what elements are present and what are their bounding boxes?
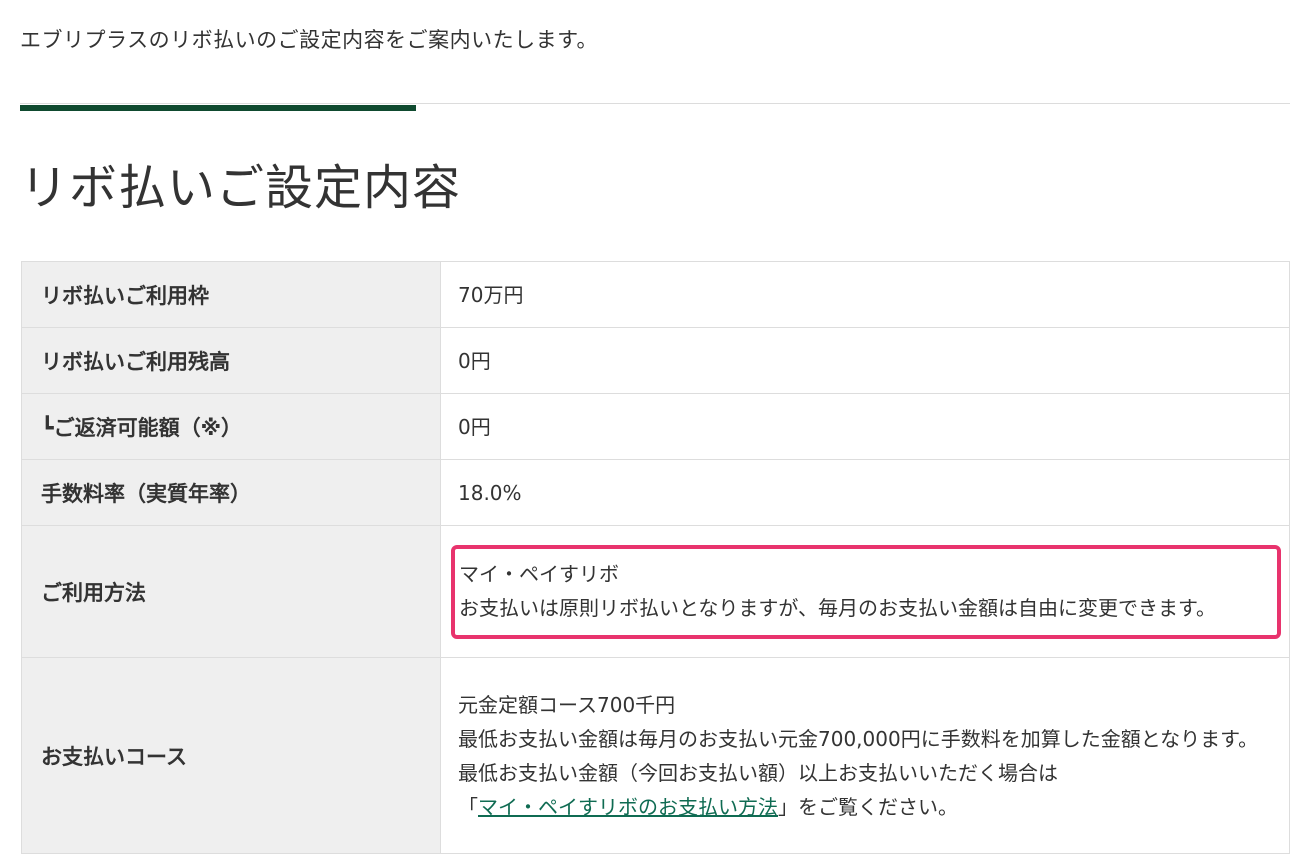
intro-text: エブリプラスのリボ払いのご設定内容をご案内いたします。	[20, 28, 598, 52]
payment-course-name: 元金定額コース700千円	[458, 692, 676, 717]
payment-course-link-line: 「マイ・ペイすリボのお支払い方法」をご覧ください。	[458, 790, 1275, 824]
table-row: お支払いコース 元金定額コース700千円 最低お支払い金額は毎月のお支払い元金7…	[21, 657, 1290, 854]
table-row: リボ払いご利用残高 0円	[21, 327, 1290, 394]
link-suffix-text: 」をご覧ください。	[778, 794, 958, 819]
row-label-fee-rate: 手数料率（実質年率）	[21, 459, 441, 526]
row-label-balance: リボ払いご利用残高	[21, 327, 441, 394]
section-divider	[20, 103, 1290, 104]
table-row: リボ払いご利用枠 70万円	[21, 261, 1290, 328]
quote-open: 「	[458, 794, 478, 819]
section-accent-bar	[20, 105, 416, 111]
row-label-credit-limit: リボ払いご利用枠	[21, 261, 441, 328]
highlight-box: マイ・ペイすリボ お支払いは原則リボ払いとなりますが、毎月のお支払い金額は自由に…	[451, 544, 1281, 639]
row-value-fee-rate: 18.0%	[440, 459, 1290, 526]
page-title: リボ払いご設定内容	[20, 160, 462, 216]
row-value-repayable-amount: 0円	[440, 393, 1290, 460]
payment-course-note: 最低お支払い金額（今回お支払い額）以上お支払いいただく場合は	[458, 760, 1058, 785]
payment-course-description: 最低お支払い金額は毎月のお支払い元金700,000円に手数料を加算した金額となり…	[458, 726, 1259, 751]
row-label-payment-course: お支払いコース	[21, 657, 441, 854]
row-value-balance: 0円	[440, 327, 1290, 394]
usage-method-name: マイ・ペイすリボ	[459, 561, 619, 586]
revolving-settings-table: リボ払いご利用枠 70万円 リボ払いご利用残高 0円 ┗ご返済可能額（※） 0円…	[21, 261, 1290, 854]
row-label-usage-method: ご利用方法	[21, 525, 441, 658]
table-row: ┗ご返済可能額（※） 0円	[21, 393, 1290, 460]
table-row: 手数料率（実質年率） 18.0%	[21, 459, 1290, 526]
row-value-credit-limit: 70万円	[440, 261, 1290, 328]
row-label-repayable-amount: ┗ご返済可能額（※）	[21, 393, 441, 460]
row-value-usage-method: マイ・ペイすリボ お支払いは原則リボ払いとなりますが、毎月のお支払い金額は自由に…	[440, 525, 1290, 658]
row-value-payment-course: 元金定額コース700千円 最低お支払い金額は毎月のお支払い元金700,000円に…	[440, 657, 1290, 854]
payment-method-link[interactable]: マイ・ペイすリボのお支払い方法	[478, 795, 778, 819]
usage-method-description: お支払いは原則リボ払いとなりますが、毎月のお支払い金額は自由に変更できます。	[459, 595, 1216, 620]
table-row: ご利用方法 マイ・ペイすリボ お支払いは原則リボ払いとなりますが、毎月のお支払い…	[21, 525, 1290, 658]
